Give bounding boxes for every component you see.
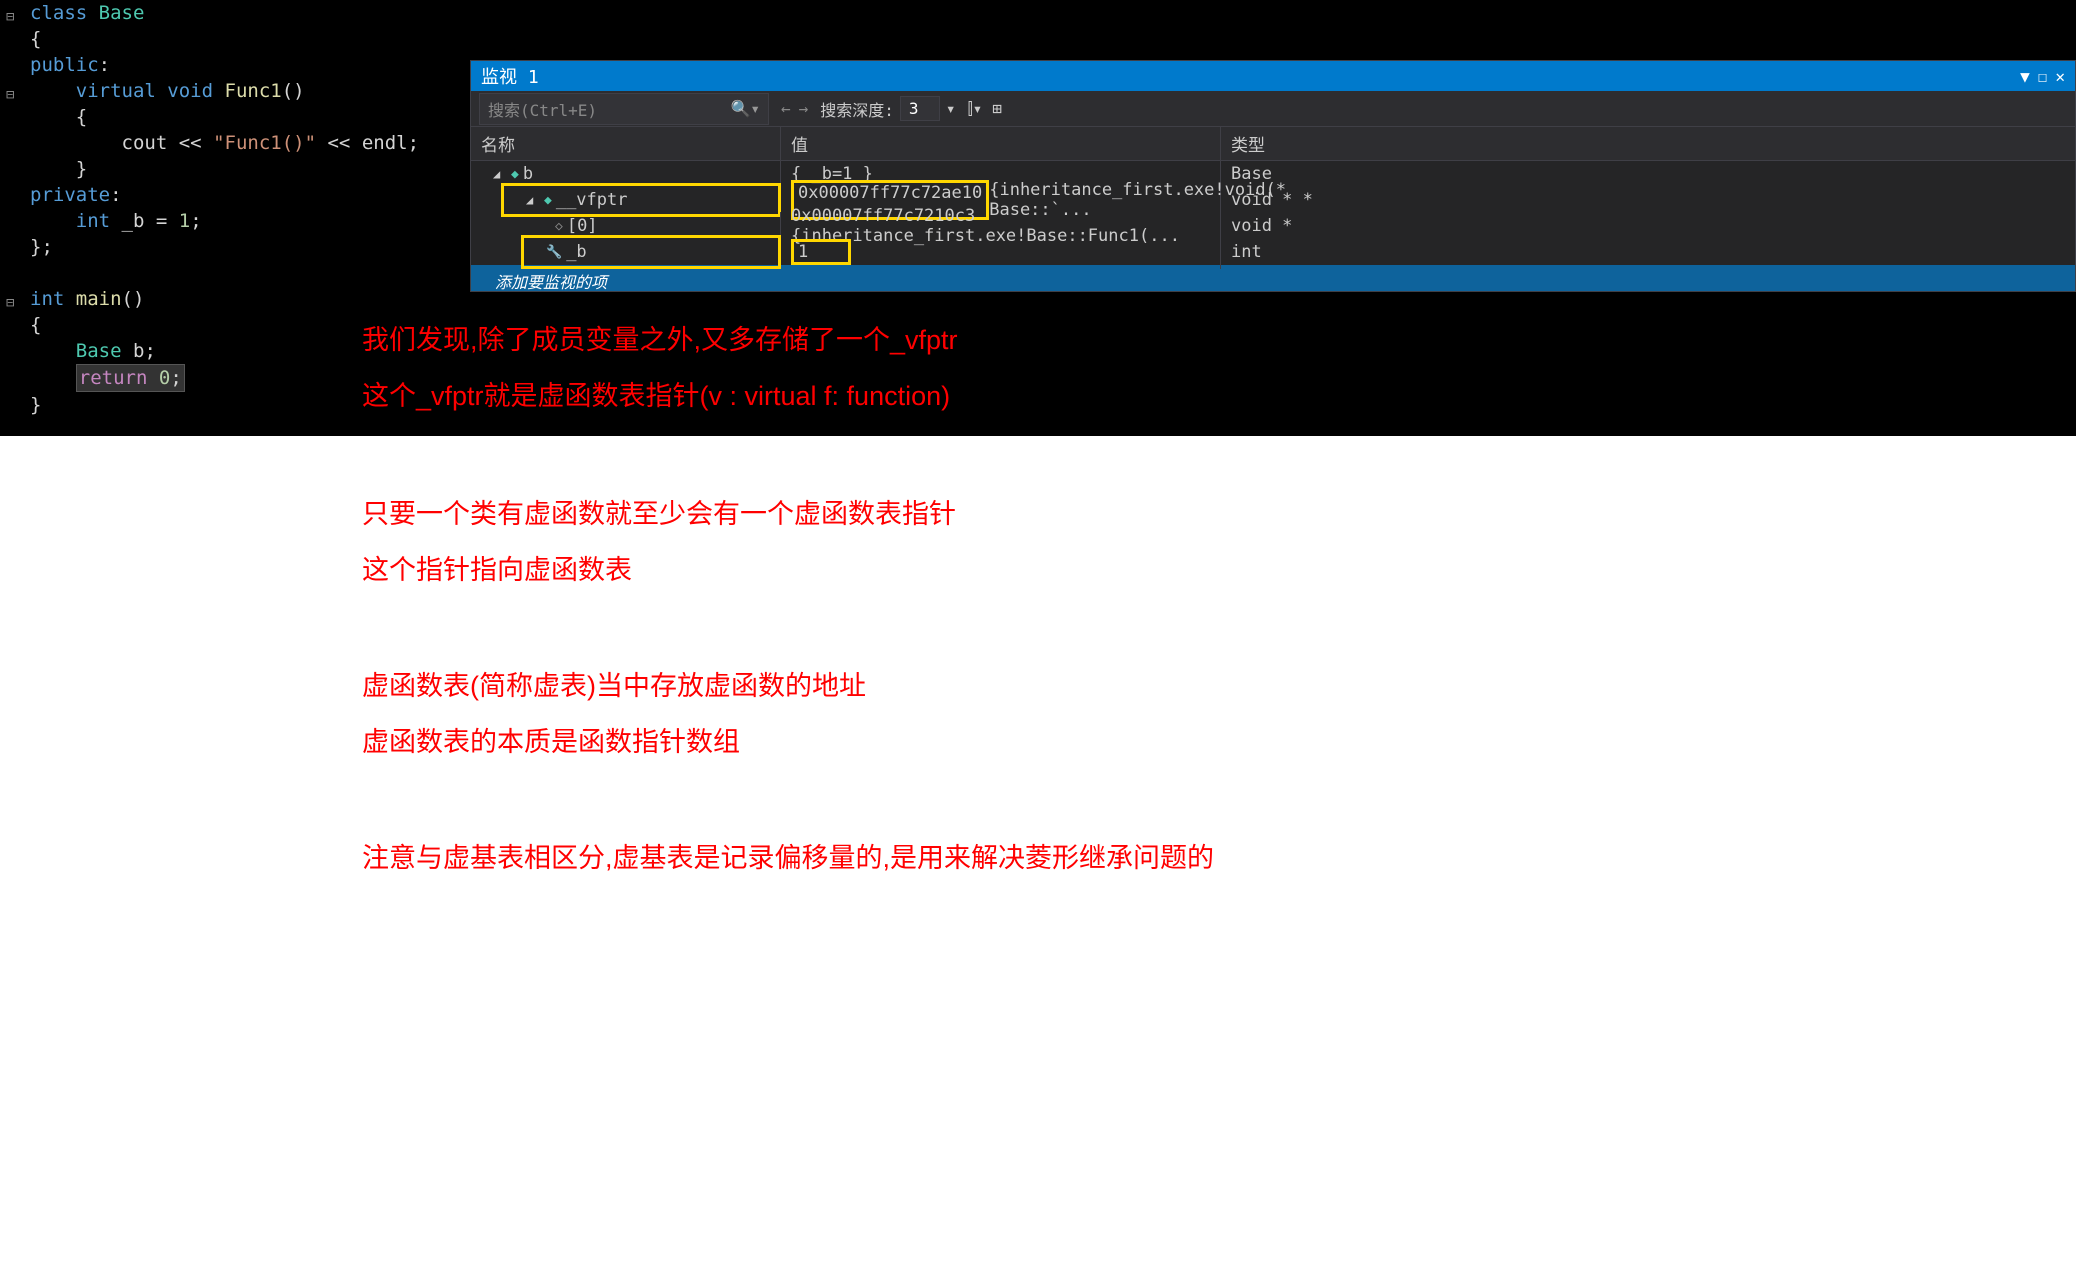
cout: cout: [122, 132, 168, 154]
col-header-value[interactable]: 值: [781, 127, 1221, 160]
fold-icon[interactable]: ⊟: [6, 82, 14, 108]
annotation-text: 注意与虚基表相区分,虚基表是记录偏移量的,是用来解决菱形继承问题的: [362, 830, 1714, 886]
annotation-block-1: 只要一个类有虚函数就至少会有一个虚函数表指针 这个指针指向虚函数表: [362, 486, 1714, 598]
var-b: b: [133, 340, 144, 362]
close-icon[interactable]: ✕: [2055, 67, 2065, 86]
var-name: [0]: [567, 216, 598, 236]
object-icon: ◆: [511, 167, 519, 182]
view-icon[interactable]: ⊞: [992, 99, 1002, 119]
keyword-class: class: [30, 2, 87, 24]
annotation-overlay: 我们发现,除了成员变量之外,又多存储了一个_vfptr 这个_vfptr就是虚函…: [362, 312, 958, 424]
expand-icon[interactable]: ◢: [493, 167, 507, 181]
keyword-private: private: [30, 184, 110, 206]
fold-icon[interactable]: ⊟: [6, 4, 14, 30]
annotation-line-2: 这个_vfptr就是虚函数表指针(v : virtual f: function…: [362, 368, 958, 424]
keyword-void: void: [167, 80, 213, 102]
main-func: main: [76, 288, 122, 310]
nav-arrows: ← →: [781, 99, 808, 118]
number-literal: 0: [159, 367, 170, 389]
func-name: Func1: [225, 80, 282, 102]
toolbar-icons: ⫿▾ ⊞: [968, 99, 1002, 119]
search-input[interactable]: 搜索(Ctrl+E) 🔍▾: [479, 93, 769, 125]
search-icon[interactable]: 🔍▾: [730, 99, 760, 118]
string-literal: "Func1()": [213, 132, 316, 154]
search-placeholder: 搜索(Ctrl+E): [488, 97, 597, 121]
bmem-value: 1: [791, 239, 851, 265]
current-line: return 0;: [76, 364, 185, 392]
element-icon: ◇: [555, 219, 563, 234]
var-type: Base: [1221, 160, 2075, 188]
next-icon[interactable]: →: [799, 99, 809, 118]
var-type: void *: [1221, 212, 2075, 240]
var-name: _b: [566, 242, 586, 262]
annotation-block-2: 虚函数表(简称虚表)当中存放虚函数的地址 虚函数表的本质是函数指针数组: [362, 658, 1714, 770]
var-type: int: [1221, 238, 2075, 266]
member-var: _b: [122, 210, 145, 232]
dropdown-icon[interactable]: ▼: [2020, 67, 2030, 86]
keyword-virtual: virtual: [76, 80, 156, 102]
object-icon: ◆: [544, 193, 552, 208]
top-section: ⊟ ⊟ ⊟ class Base { public: virtual void …: [0, 0, 2076, 436]
var-type: void * *: [1221, 186, 2075, 214]
keyword-int: int: [76, 210, 110, 232]
watch-row-vfptr[interactable]: ◢◆ __vfptr 0x00007ff77c72ae10{inheritanc…: [471, 187, 2075, 213]
annotation-line-1: 我们发现,除了成员变量之外,又多存储了一个_vfptr: [362, 312, 958, 368]
watch-row-bmem[interactable]: 🔧 _b 1 int: [471, 239, 2075, 265]
var-name: b: [523, 164, 533, 184]
depth-label: 搜索深度:: [820, 97, 894, 121]
field-icon: 🔧: [546, 245, 562, 260]
depth-control: 搜索深度: 3 ▾: [820, 96, 955, 121]
annotation-text: 虚函数表的本质是函数指针数组: [362, 714, 1714, 770]
type-base: Base: [76, 340, 122, 362]
endl: endl: [362, 132, 408, 154]
watch-panel: 监视 1 ▼ ☐ ✕ 搜索(Ctrl+E) 🔍▾ ← → 搜索深度:: [470, 60, 2076, 292]
watch-toolbar: 搜索(Ctrl+E) 🔍▾ ← → 搜索深度: 3 ▾ ⫿▾ ⊞: [471, 91, 2075, 127]
var-name: __vfptr: [556, 190, 628, 210]
fold-icon[interactable]: ⊟: [6, 290, 14, 316]
depth-dropdown-icon[interactable]: ▾: [946, 99, 956, 118]
maximize-icon[interactable]: ☐: [2038, 67, 2048, 86]
bottom-section: 只要一个类有虚函数就至少会有一个虚函数表指针 这个指针指向虚函数表 虚函数表(简…: [0, 436, 2076, 996]
watch-title: 监视 1: [481, 63, 539, 89]
number-literal: 1: [179, 210, 190, 232]
annotation-block-3: 注意与虚基表相区分,虚基表是记录偏移量的,是用来解决菱形继承问题的: [362, 830, 1714, 886]
watch-header: 名称 值 类型: [471, 127, 2075, 161]
titlebar-controls: ▼ ☐ ✕: [2020, 67, 2065, 86]
keyword-public: public: [30, 54, 99, 76]
class-name: Base: [99, 2, 145, 24]
expand-icon[interactable]: ◢: [526, 193, 540, 207]
annotation-text: 只要一个类有虚函数就至少会有一个虚函数表指针: [362, 486, 1714, 542]
prev-icon[interactable]: ←: [781, 99, 791, 118]
depth-value[interactable]: 3: [900, 96, 940, 121]
filter-icon[interactable]: ⫿▾: [968, 99, 983, 119]
watch-titlebar[interactable]: 监视 1 ▼ ☐ ✕: [471, 61, 2075, 91]
keyword-return: return: [79, 367, 148, 389]
annotation-text: 这个指针指向虚函数表: [362, 542, 1714, 598]
col-header-type[interactable]: 类型: [1221, 127, 2075, 160]
keyword-int: int: [30, 288, 64, 310]
col-header-name[interactable]: 名称: [471, 127, 781, 160]
annotation-text: 虚函数表(简称虚表)当中存放虚函数的地址: [362, 658, 1714, 714]
code-gutter: ⊟ ⊟ ⊟: [0, 0, 22, 436]
